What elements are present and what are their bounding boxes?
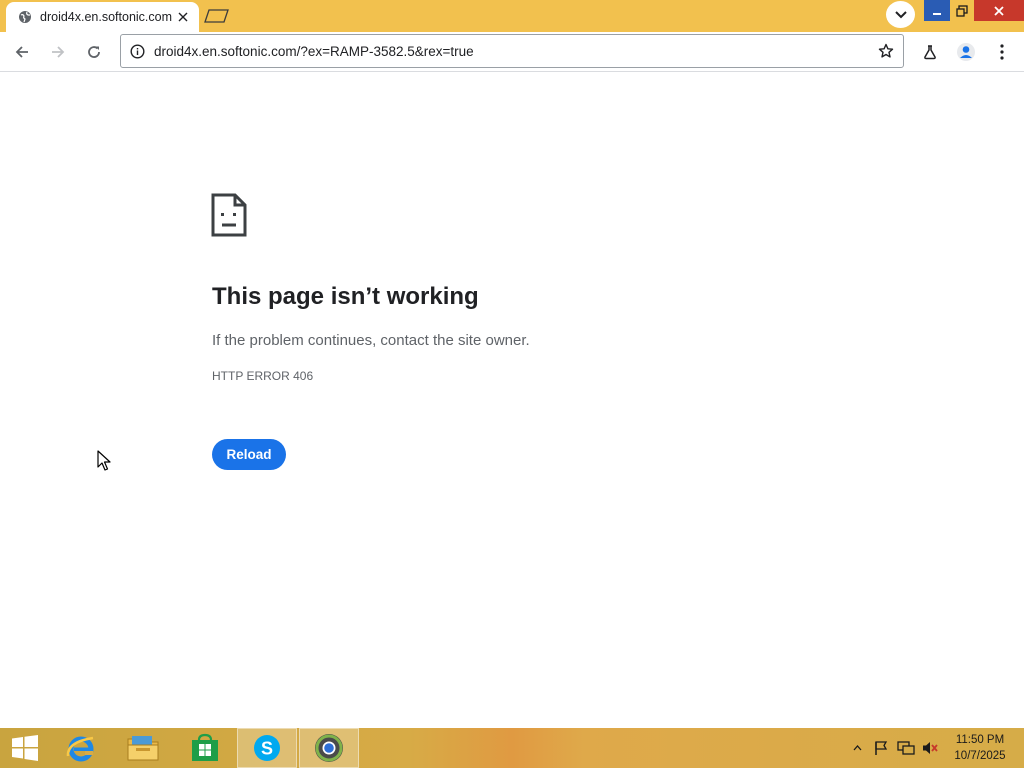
back-arrow-icon[interactable] <box>7 37 37 67</box>
page-content: This page isn’t working If the problem c… <box>0 73 1024 728</box>
error-title: This page isn’t working <box>212 283 479 310</box>
error-description: If the problem continues, contact the si… <box>212 332 530 349</box>
sad-page-icon <box>211 193 247 237</box>
mouse-cursor-icon <box>97 450 111 472</box>
network-icon[interactable] <box>895 728 917 768</box>
globe-icon <box>18 10 32 24</box>
forward-arrow-icon[interactable] <box>43 37 73 67</box>
windows-start-icon[interactable] <box>0 728 50 768</box>
new-tab-icon[interactable] <box>204 8 230 24</box>
url-input[interactable] <box>154 43 869 59</box>
site-info-icon[interactable] <box>129 43 145 59</box>
chrome-canary-icon[interactable] <box>299 728 359 768</box>
address-bar[interactable] <box>120 34 904 68</box>
file-explorer-icon[interactable] <box>113 728 173 768</box>
profile-avatar-icon[interactable] <box>951 37 981 67</box>
tab-search-icon[interactable] <box>886 1 915 28</box>
bookmark-star-icon[interactable] <box>869 36 903 66</box>
browser-tab[interactable]: droid4x.en.softonic.com <box>6 2 199 32</box>
skype-icon[interactable]: S <box>237 728 297 768</box>
minimize-icon[interactable] <box>924 0 950 21</box>
taskbar: S 11:50 PM 10/7/2025 <box>0 728 1024 768</box>
volume-muted-icon[interactable] <box>919 728 941 768</box>
browser-toolbar <box>0 32 1024 72</box>
svg-text:S: S <box>261 739 273 759</box>
restore-icon[interactable] <box>950 0 974 21</box>
clock-date: 10/7/2025 <box>954 750 1006 762</box>
show-hidden-icons-icon[interactable] <box>850 728 864 768</box>
action-center-flag-icon[interactable] <box>871 728 891 768</box>
tab-strip: droid4x.en.softonic.com <box>0 0 1024 32</box>
clock-time: 11:50 PM <box>955 734 1005 746</box>
tab-title: droid4x.en.softonic.com <box>40 10 173 24</box>
error-code: HTTP ERROR 406 <box>212 369 314 383</box>
system-clock[interactable]: 11:50 PM 10/7/2025 <box>940 732 1020 764</box>
labs-flask-icon[interactable] <box>915 37 945 67</box>
store-icon[interactable] <box>175 728 235 768</box>
menu-kebab-icon[interactable] <box>987 37 1017 67</box>
reload-icon[interactable] <box>79 37 109 67</box>
internet-explorer-icon[interactable] <box>51 728 111 768</box>
reload-button[interactable]: Reload <box>212 439 286 470</box>
window-close-icon[interactable] <box>974 0 1024 21</box>
tab-close-icon[interactable] <box>175 9 191 25</box>
